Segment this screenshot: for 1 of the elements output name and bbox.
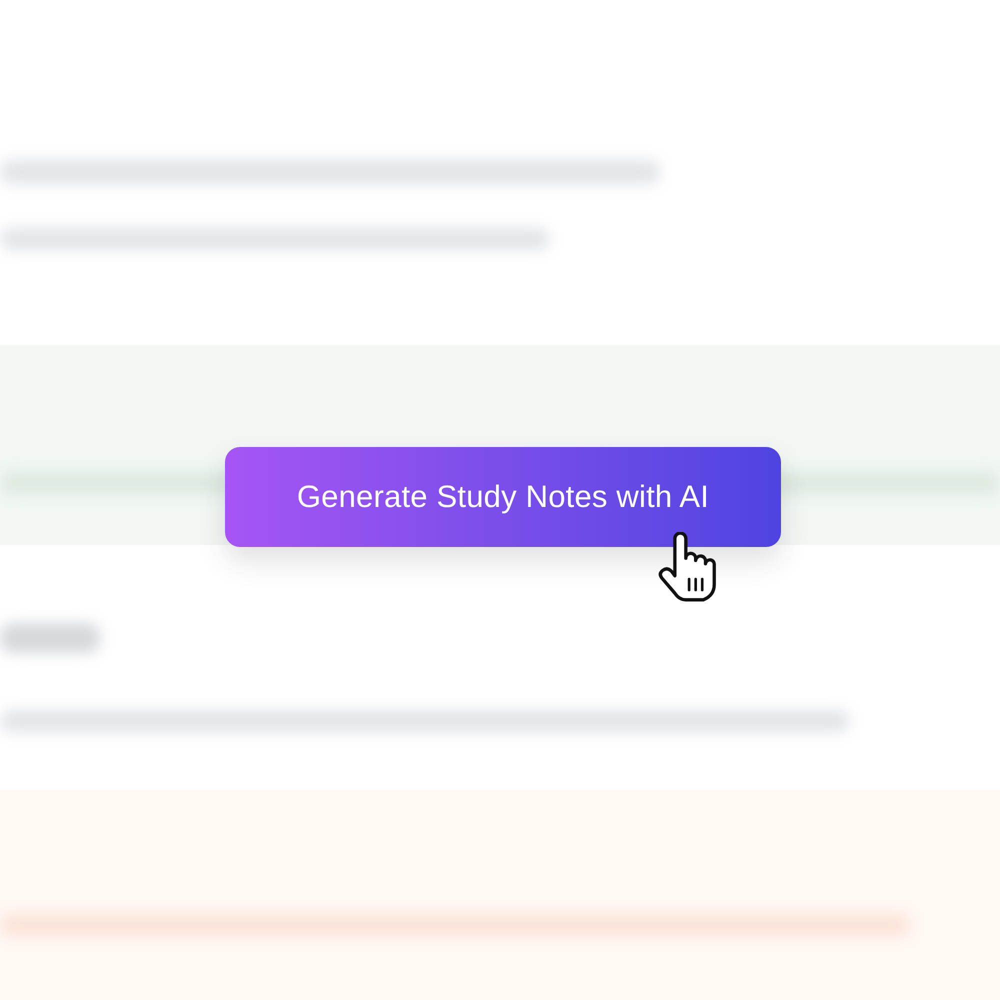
generate-notes-button[interactable]: Generate Study Notes with AI (225, 447, 781, 547)
